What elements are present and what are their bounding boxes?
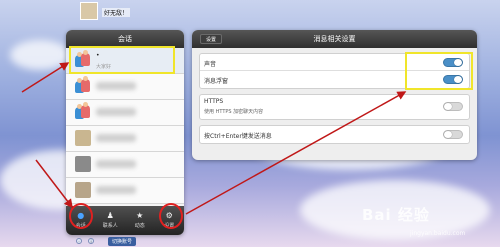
setting-description: 使用 HTTPS 加密聊天内容: [204, 109, 264, 115]
conversation-item[interactable]: [66, 152, 184, 178]
switch-account-button[interactable]: 切换账号: [108, 237, 137, 246]
annotation-circle-settings-tab: [159, 203, 183, 229]
message-settings-panel: 设置 消息相关设置 声音 消息浮窗 HTTPS 使用 HTTPS 加密聊天内容 …: [192, 30, 477, 160]
user-avatar[interactable]: [80, 2, 98, 20]
group-avatar-icon: [75, 76, 91, 94]
setting-row-https: HTTPS 使用 HTTPS 加密聊天内容: [200, 95, 469, 119]
conversation-item[interactable]: [66, 178, 184, 204]
cloud-decoration: [10, 40, 70, 70]
blurred-conversation-text: [96, 108, 136, 116]
page-title: 消息相关设置: [313, 35, 356, 43]
power-icon[interactable]: ◦: [76, 238, 82, 244]
person-icon: ♟: [106, 211, 114, 220]
highlight-box-toggles: [405, 52, 473, 90]
setting-label: 按Ctrl+Enter键发送消息: [204, 133, 272, 140]
tab-contacts[interactable]: ♟ 联系人: [96, 206, 126, 235]
user-header: 好无敌！: [78, 0, 198, 22]
star-icon: ★: [136, 211, 144, 220]
setting-label: 声音: [204, 61, 217, 68]
blurred-conversation-text: [96, 186, 136, 194]
conversation-item[interactable]: [66, 126, 184, 152]
watermark-logo: Bai 经验: [362, 206, 430, 224]
send-key-group: 按Ctrl+Enter键发送消息: [199, 125, 470, 144]
setting-label: 消息浮窗: [204, 78, 229, 85]
highlight-box-conversation: [69, 46, 175, 74]
annotation-circle-conversations-tab: [69, 203, 93, 229]
info-icon[interactable]: i: [88, 238, 94, 244]
tab-updates[interactable]: ★ 动态: [125, 206, 155, 235]
photo-avatar-icon: [75, 130, 91, 146]
setting-row-ctrl-enter: 按Ctrl+Enter键发送消息: [200, 126, 469, 143]
back-to-settings-button[interactable]: 设置: [200, 34, 223, 44]
group-avatar-icon: [75, 102, 91, 120]
tab-label: 联系人: [102, 223, 118, 229]
blurred-conversation-text: [96, 82, 136, 90]
conversation-item[interactable]: [66, 74, 184, 100]
blurred-conversation-text: [96, 160, 136, 168]
https-toggle[interactable]: [443, 102, 463, 111]
blurred-conversation-text: [96, 134, 136, 142]
settings-header: 设置 消息相关设置: [192, 30, 477, 48]
photo-avatar-icon: [75, 182, 91, 198]
account-footer: ◦ i 切换账号: [70, 237, 180, 246]
setting-label: HTTPS: [204, 98, 224, 105]
tab-label: 动态: [134, 223, 145, 229]
watermark-url: jingyan.baidu.com: [410, 230, 466, 237]
toggle-knob: [444, 103, 452, 110]
https-group: HTTPS 使用 HTTPS 加密聊天内容: [199, 94, 470, 120]
user-name: 好无敌！: [102, 8, 131, 17]
conversation-item[interactable]: [66, 100, 184, 126]
ctrl-enter-toggle[interactable]: [443, 130, 463, 139]
toggle-knob: [444, 131, 452, 138]
photo-avatar-icon: [75, 156, 91, 172]
